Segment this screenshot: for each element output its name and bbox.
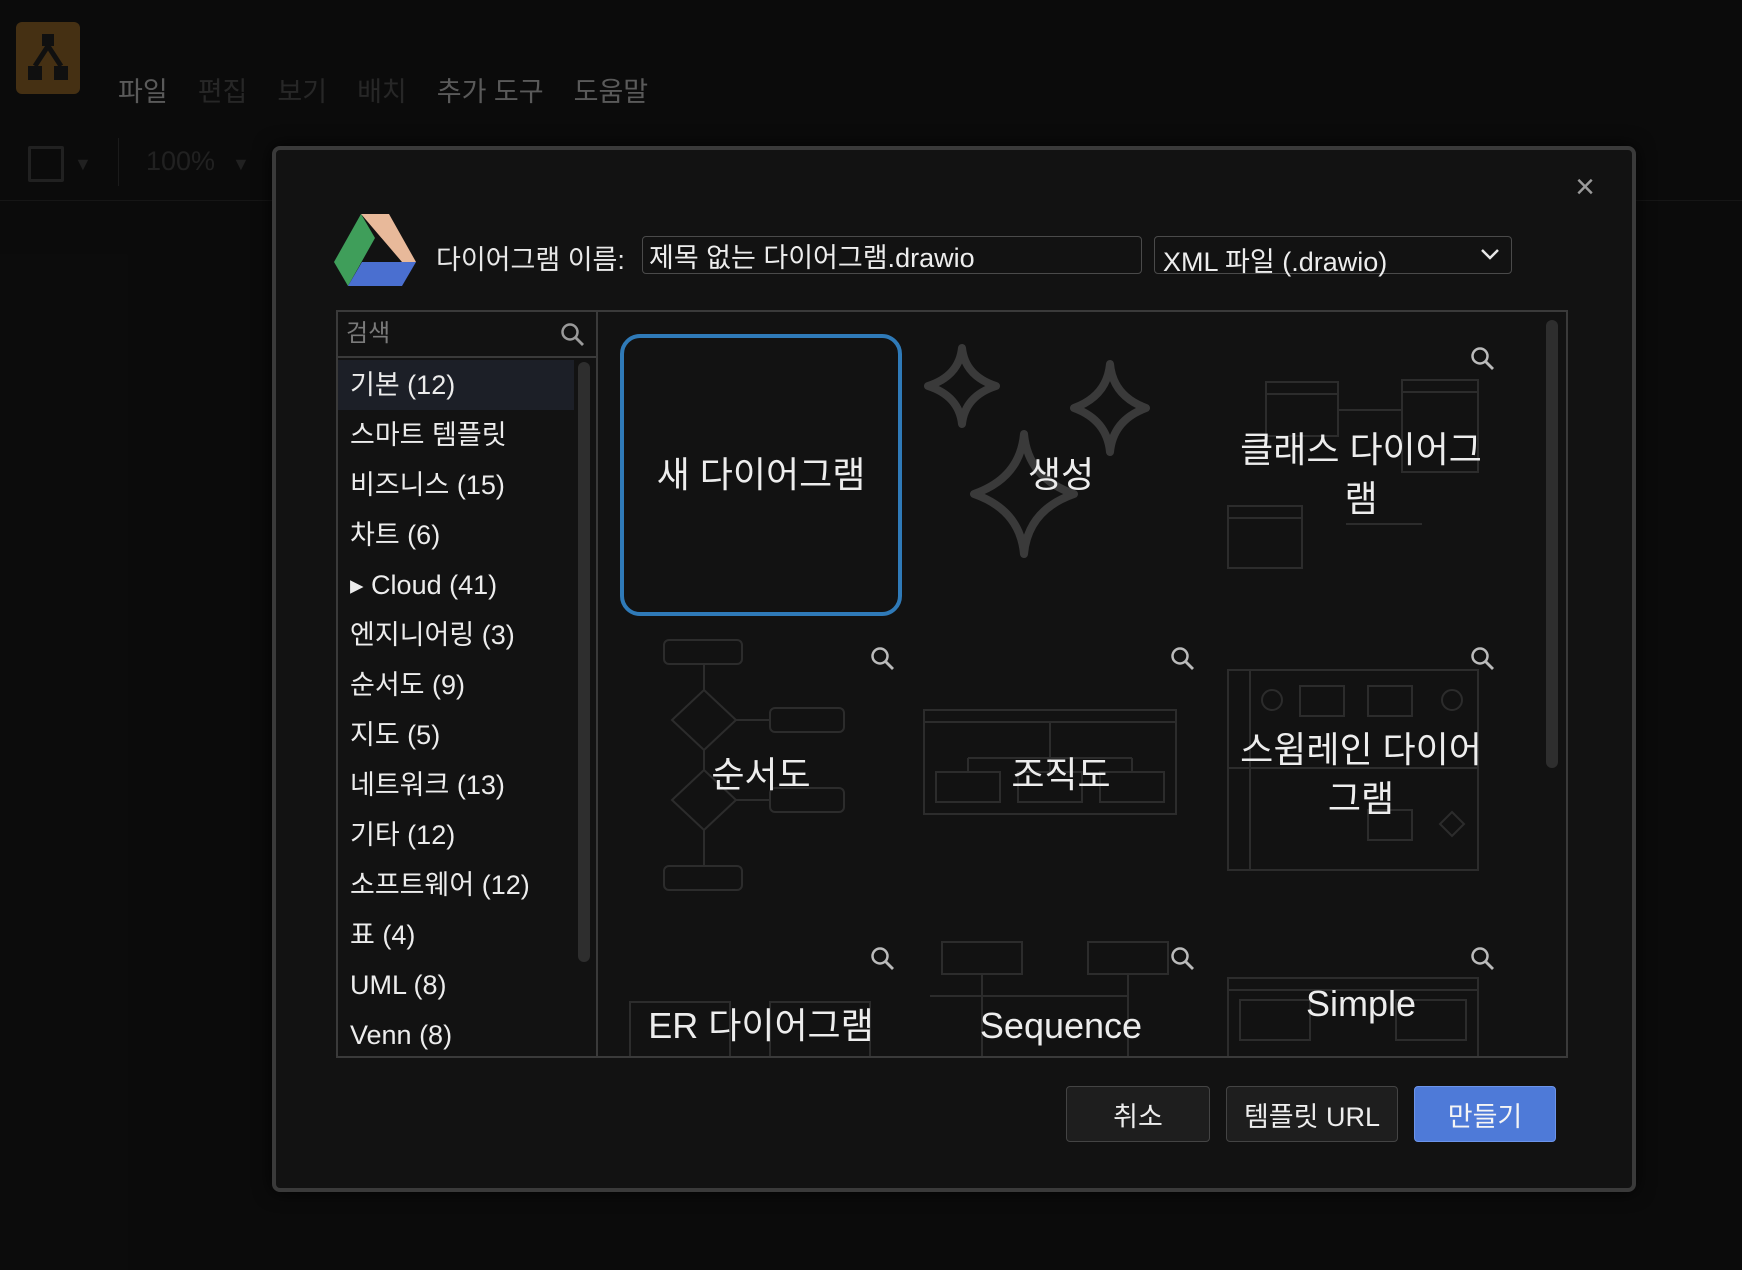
- category-software[interactable]: 소프트웨어 (12): [338, 860, 574, 910]
- tile-label: ER 다이어그램: [648, 1005, 874, 1046]
- zoom-preview-icon[interactable]: [870, 946, 896, 972]
- chevron-down-icon: [1481, 249, 1499, 260]
- category-venn[interactable]: Venn (8): [338, 1010, 574, 1056]
- template-grid: 새 다이어그램 생성 클래스 다이어그램 순서도 조직도 스윔레인 다이어그램 …: [598, 312, 1566, 1056]
- tile-label: Sequence: [979, 1005, 1143, 1046]
- category-charts[interactable]: 차트 (6): [338, 510, 574, 560]
- category-cloud[interactable]: ▸ Cloud (41): [338, 560, 574, 610]
- zoom-preview-icon[interactable]: [1470, 946, 1496, 972]
- diagram-name-label: 다이어그램 이름:: [436, 245, 625, 275]
- diagram-name-input[interactable]: [642, 236, 1142, 274]
- search-icon[interactable]: [560, 322, 586, 348]
- tile-flowchart[interactable]: 순서도: [620, 634, 902, 916]
- zoom-preview-icon[interactable]: [1170, 946, 1196, 972]
- zoom-preview-icon[interactable]: [870, 646, 896, 672]
- category-flowcharts[interactable]: 순서도 (9): [338, 660, 574, 710]
- tile-label: 생성: [1027, 453, 1095, 495]
- category-engineering[interactable]: 엔지니어링 (3): [338, 610, 574, 660]
- cancel-button[interactable]: 취소: [1066, 1086, 1210, 1142]
- tile-org-chart[interactable]: 조직도: [920, 634, 1202, 916]
- tile-class-diagram[interactable]: 클래스 다이어그램: [1220, 334, 1502, 616]
- category-scrollbar[interactable]: [578, 362, 590, 962]
- create-button[interactable]: 만들기: [1414, 1086, 1556, 1142]
- tile-generate[interactable]: 생성: [920, 334, 1202, 616]
- close-icon[interactable]: ×: [1568, 170, 1602, 204]
- zoom-preview-icon[interactable]: [1170, 646, 1196, 672]
- tile-label: 스윔레인 다이어그램: [1240, 729, 1482, 819]
- tile-swimlane-diagram[interactable]: 스윔레인 다이어그램: [1220, 634, 1502, 916]
- category-tables[interactable]: 표 (4): [338, 910, 574, 960]
- category-sidebar: 기본 (12) 스마트 템플릿 비즈니스 (15) 차트 (6) ▸ Cloud…: [338, 312, 598, 1056]
- category-uml[interactable]: UML (8): [338, 960, 574, 1010]
- template-scrollbar[interactable]: [1546, 320, 1558, 768]
- category-other[interactable]: 기타 (12): [338, 810, 574, 860]
- zoom-preview-icon[interactable]: [1470, 346, 1496, 372]
- category-maps[interactable]: 지도 (5): [338, 710, 574, 760]
- tile-label: 새 다이어그램: [656, 453, 866, 495]
- tile-sequence-diagram[interactable]: Sequence: [920, 934, 1202, 1056]
- tile-label: 클래스 다이어그램: [1240, 429, 1482, 519]
- file-format-select[interactable]: XML 파일 (.drawio): [1154, 236, 1512, 277]
- tile-label: 순서도: [711, 753, 811, 795]
- category-network[interactable]: 네트워크 (13): [338, 760, 574, 810]
- template-url-button[interactable]: 템플릿 URL: [1226, 1086, 1398, 1142]
- category-list: 기본 (12) 스마트 템플릿 비즈니스 (15) 차트 (6) ▸ Cloud…: [338, 360, 574, 1056]
- zoom-preview-icon[interactable]: [1470, 646, 1496, 672]
- new-diagram-dialog: × 다이어그램 이름: XML 파일 (.drawio) 기본 (12) 스마트…: [272, 146, 1636, 1192]
- template-search-input[interactable]: [338, 312, 596, 358]
- category-smart-templates[interactable]: 스마트 템플릿: [338, 410, 574, 460]
- category-business[interactable]: 비즈니스 (15): [338, 460, 574, 510]
- tile-blank-diagram[interactable]: 새 다이어그램: [620, 334, 902, 616]
- tile-simple[interactable]: Simple: [1220, 934, 1502, 1056]
- tile-er-diagram[interactable]: ER 다이어그램: [620, 934, 902, 1056]
- tile-label: Simple: [1305, 983, 1417, 1024]
- file-format-value: XML 파일 (.drawio): [1163, 247, 1388, 277]
- tile-label: 조직도: [1011, 753, 1111, 795]
- google-drive-icon: [334, 214, 416, 286]
- template-panel: 기본 (12) 스마트 템플릿 비즈니스 (15) 차트 (6) ▸ Cloud…: [336, 310, 1568, 1058]
- category-basic[interactable]: 기본 (12): [338, 360, 574, 410]
